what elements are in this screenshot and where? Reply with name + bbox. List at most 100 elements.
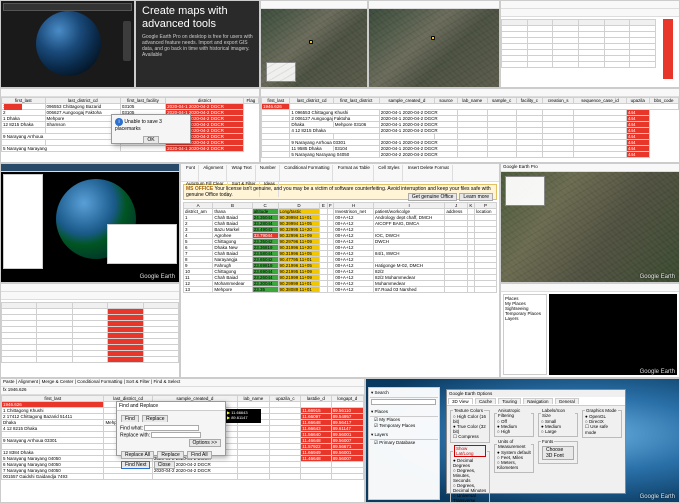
ge-sidebar-14[interactable]: ▾ Search ▾ Places ☑ My Places ☑ Temporar…	[368, 387, 440, 500]
ribbon-btn[interactable]: Alignment	[18, 379, 38, 384]
excel-toolbar-11[interactable]	[1, 284, 179, 292]
ribbon-btn[interactable]: Find & Select	[153, 379, 180, 384]
tree-item[interactable]: Primary Database	[379, 440, 415, 445]
ribbon-group[interactable]: Format as Table	[335, 165, 374, 181]
ge-search-input[interactable]	[371, 399, 436, 405]
tree-item[interactable]: Temporary Places	[379, 423, 415, 428]
map-marker-icon[interactable]	[431, 36, 435, 40]
excel-ribbon-5[interactable]	[501, 9, 679, 17]
side-search-hdr[interactable]: Search	[375, 390, 389, 395]
radio-opt[interactable]: Degrees, Decimal Minutes	[453, 483, 486, 493]
cell[interactable]: 2020-04-2 2020-04-2 DGCR	[379, 152, 457, 158]
get-genuine-button[interactable]: Get genuine Office	[408, 193, 458, 201]
find-input[interactable]	[144, 425, 199, 431]
ge-toolbar-8[interactable]	[1, 164, 179, 172]
ribbon-group[interactable]: Alignment	[200, 165, 227, 181]
col-header[interactable]: sequence_case_id	[574, 98, 627, 104]
map-marker-icon[interactable]	[309, 40, 313, 44]
ge-sidebar-8[interactable]	[3, 174, 43, 269]
col-header[interactable]: first_last_district	[333, 98, 379, 104]
excel-ribbon-13[interactable]: Paste | Alignment | Merge & Center | Con…	[1, 379, 364, 387]
cell[interactable]: 87.Road 03 Narshed	[374, 287, 445, 293]
replace-input[interactable]	[151, 432, 201, 438]
ge-toolbar-12[interactable]	[501, 284, 679, 292]
ribbon-btn[interactable]: Paste	[3, 379, 15, 384]
tab-touring[interactable]: Touring	[498, 398, 521, 404]
excel-grid-11[interactable]	[1, 302, 179, 363]
cell[interactable]: 444	[626, 152, 649, 158]
excel-grid-5[interactable]	[501, 19, 656, 68]
ribbon-btn[interactable]: Sort & Filter	[126, 379, 150, 384]
cell[interactable]: 23.35	[252, 287, 278, 293]
radio-opt[interactable]: Meters, Kilometers	[497, 460, 518, 470]
radio-opt[interactable]: True Color (32 bit)	[453, 424, 486, 434]
find-all-button[interactable]: Find All	[187, 451, 211, 459]
cell[interactable]: 00+A+12	[334, 287, 374, 293]
col-header[interactable]: first_last_facility	[120, 98, 165, 104]
ribbon-btn[interactable]: Wrap Text	[229, 165, 256, 181]
ge-popup-8[interactable]	[107, 224, 177, 264]
cell[interactable]: 5 Narayang Narayang	[2, 146, 121, 152]
cell[interactable]: 001557 Gaidshi Gaidandja 7493	[2, 474, 104, 480]
find-tab[interactable]: Find	[121, 415, 139, 422]
excel-toolbar-6[interactable]	[1, 89, 259, 97]
ge-timeline[interactable]	[3, 3, 132, 11]
tree-item[interactable]: My Places	[379, 417, 400, 422]
options-button[interactable]: Options >>	[189, 439, 221, 447]
excel-panel-5	[500, 0, 680, 88]
radio-opt[interactable]: High Color (16 bit)	[453, 414, 486, 424]
learn-more-button[interactable]: Learn more	[459, 193, 493, 201]
ribbon-group[interactable]: Insert Delete Format	[405, 165, 453, 181]
ge-toolbar-2[interactable]	[369, 1, 499, 9]
tab-navigation[interactable]: Navigation	[523, 398, 552, 404]
ge-toolbar-10[interactable]: Google Earth Pro	[501, 164, 679, 172]
radio-opt[interactable]: Large	[545, 429, 557, 434]
replace-all-button[interactable]: Replace All	[121, 451, 154, 459]
excel-grid-7[interactable]: first_last last_district_cd first_last_d…	[261, 97, 679, 158]
ribbon-btn[interactable]: Merge & Center	[42, 379, 74, 384]
cell[interactable]: 13	[184, 287, 213, 293]
tree-item[interactable]: Layers	[505, 316, 545, 321]
ribbon-group[interactable]: Cell Styles	[375, 165, 403, 181]
tab-general[interactable]: General	[555, 398, 579, 404]
excel-grid-9[interactable]: A B C D E F H I J K P district_am thana …	[183, 202, 497, 293]
cell[interactable]: 5 Narayang Narayang 04050	[290, 152, 379, 158]
ge-viewport-black[interactable]	[549, 294, 677, 375]
ok-button[interactable]: OK	[143, 136, 158, 144]
excel-ribbon-11[interactable]	[1, 292, 179, 300]
cell[interactable]: 90.38089 11+01	[278, 287, 320, 293]
radio-opt[interactable]: Degrees, Minutes, Seconds	[453, 468, 475, 483]
excel-toolbar-7[interactable]	[261, 89, 679, 97]
ribbon-btn[interactable]: Conditional Formatting	[77, 379, 122, 384]
find-next-button[interactable]: Find Next	[121, 461, 150, 469]
tab-3dview[interactable]: 3D View	[448, 398, 473, 404]
sat-mini-dialog[interactable]	[266, 62, 296, 82]
col-header[interactable]: Flag	[243, 98, 258, 104]
ribbon-group[interactable]: Number	[257, 165, 280, 181]
ge-places-tree[interactable]: Places My Places Sightseeing Temporary P…	[503, 294, 547, 375]
radio-opt[interactable]: High	[501, 429, 510, 434]
close-button[interactable]: Close	[154, 461, 175, 469]
sat-view-2[interactable]	[369, 9, 499, 87]
radio-opt[interactable]: Decimal Degrees	[453, 458, 473, 468]
replace-tab[interactable]: Replace	[142, 415, 168, 422]
earth-globe[interactable]	[36, 11, 101, 76]
tab-cache[interactable]: Cache	[475, 398, 496, 404]
ge-nav-controls[interactable]	[123, 21, 131, 61]
replace-button[interactable]: Replace	[157, 451, 183, 459]
excel-toolbar-5[interactable]	[501, 1, 679, 9]
excel-ribbon-9[interactable]: Font Alignment Wrap Text Number Conditio…	[181, 164, 499, 182]
choose-font-button[interactable]: Choose 3D Font	[542, 446, 574, 460]
ribbon-group[interactable]: Conditional Formatting	[281, 165, 333, 181]
check-opt[interactable]: Compress	[458, 434, 479, 439]
check-opt[interactable]: Use safe mode	[585, 424, 608, 435]
radio-opt[interactable]: Universal Transverse Mercator	[453, 493, 476, 503]
cell[interactable]: Mehpore	[213, 287, 252, 293]
formula-bar[interactable]: fx 1946.626	[1, 387, 364, 395]
side-places-hdr[interactable]: Places	[375, 409, 389, 414]
sat-mini-panel[interactable]	[505, 176, 545, 206]
side-layers-hdr[interactable]: Layers	[375, 432, 389, 437]
ge-toolbar-1[interactable]	[261, 1, 367, 9]
sat-view-1[interactable]	[261, 9, 367, 87]
ribbon-group[interactable]: Font	[183, 165, 199, 181]
